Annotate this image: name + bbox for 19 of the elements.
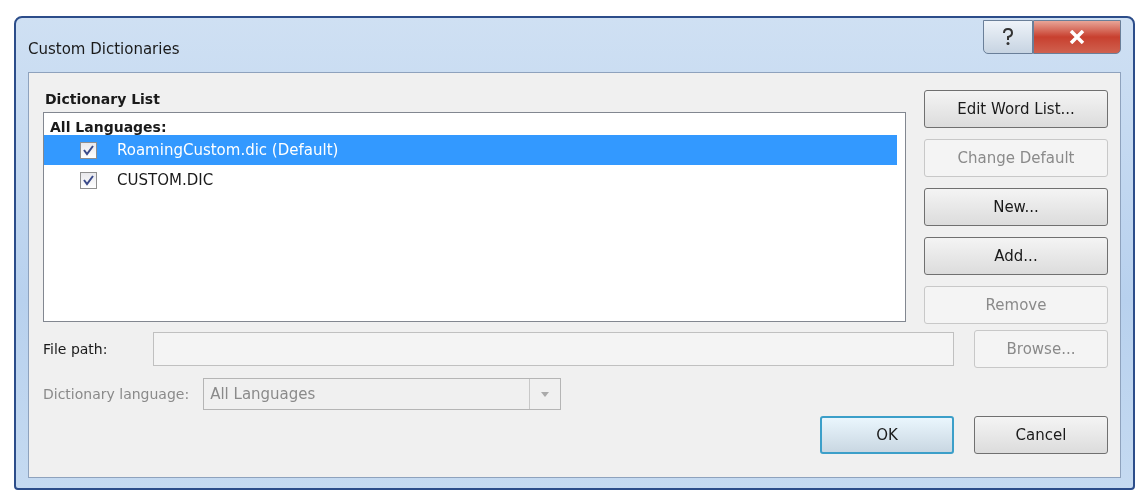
dictionary-list[interactable]: All Languages: RoamingCustom.dic (Default) CUSTOM.DIC [43, 112, 906, 322]
dropdown-arrow-icon [541, 391, 550, 397]
language-label: Dictionary language: [43, 386, 190, 402]
checkbox[interactable] [80, 141, 97, 159]
dialog-button[interactable]: Edit Word List... [924, 90, 1108, 128]
dialog-button[interactable]: Cancel [974, 416, 1108, 454]
help-button[interactable] [983, 20, 1033, 54]
checkbox[interactable] [80, 171, 97, 189]
close-button[interactable] [1033, 20, 1121, 54]
close-icon [1069, 30, 1085, 44]
window-title: Custom Dictionaries [28, 40, 180, 58]
dialog-button[interactable]: OK [820, 416, 954, 454]
file-path-label: File path: [43, 341, 109, 357]
dialog-button[interactable]: New... [924, 188, 1108, 226]
dictionary-item[interactable]: CUSTOM.DIC [44, 165, 897, 195]
group-heading: All Languages: [50, 119, 167, 135]
list-label: Dictionary List [45, 91, 160, 107]
dialog-button[interactable]: Add... [924, 237, 1108, 275]
help-icon [1002, 28, 1014, 46]
